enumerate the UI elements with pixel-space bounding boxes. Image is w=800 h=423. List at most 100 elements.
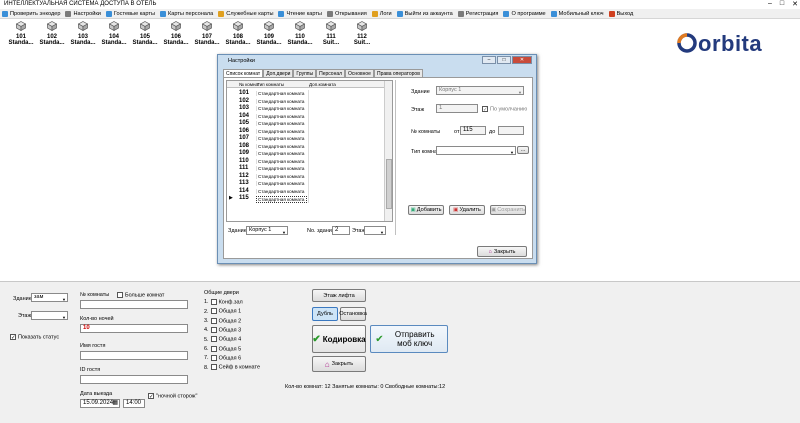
- save-button[interactable]: ▣ Сохранить: [490, 205, 526, 215]
- dialog-close-icon[interactable]: ✕: [512, 56, 532, 64]
- from-field[interactable]: 115: [460, 126, 486, 135]
- checkout-time-field[interactable]: 14:00: [123, 399, 145, 408]
- close-icon[interactable]: ✕: [792, 0, 798, 8]
- night-guard-check[interactable]: ✓: [148, 393, 154, 400]
- grid-row[interactable]: 103 Стандартная комната: [227, 105, 385, 113]
- more-rooms-check[interactable]: [117, 292, 123, 298]
- grid-row[interactable]: 112 Стандартная комната: [227, 172, 385, 180]
- room-tile[interactable]: 108 Standa...: [223, 21, 253, 46]
- door-checkbox[interactable]: [210, 345, 217, 352]
- grid-row[interactable]: 110 Стандартная комната: [227, 157, 385, 165]
- room-no-field[interactable]: [80, 300, 188, 309]
- building-select[interactable]: зам ▼: [31, 293, 68, 302]
- edit-building-select[interactable]: Корпус 1 ▼: [436, 86, 524, 95]
- floor-lift-button[interactable]: Этаж лифта: [312, 289, 366, 302]
- minimize-icon[interactable]: –: [768, 0, 772, 8]
- menu-item-1[interactable]: Настройки: [65, 10, 101, 17]
- common-door-item[interactable]: 3. Общая 2: [204, 317, 241, 324]
- menu-item-9[interactable]: Регистрация: [457, 10, 498, 17]
- stop-button[interactable]: Остановка: [339, 307, 367, 321]
- menu-item-12[interactable]: Выход: [608, 10, 633, 17]
- filter-building-no-field[interactable]: 2: [332, 226, 350, 235]
- common-door-item[interactable]: 8. Сейф в комнате: [204, 364, 260, 371]
- common-door-item[interactable]: 2. Общая 1: [204, 308, 241, 315]
- room-type-select[interactable]: ▼: [436, 146, 516, 155]
- menu-item-0[interactable]: Проверить энкодер: [2, 10, 60, 17]
- common-door-item[interactable]: 6. Общая 5: [204, 345, 241, 352]
- door-checkbox[interactable]: [210, 299, 217, 305]
- grid-row[interactable]: 102 Стандартная комната: [227, 97, 385, 105]
- menu-item-4[interactable]: Служебные карты: [218, 10, 273, 17]
- send-mobile-key-button[interactable]: ✔ Отправить моб ключ: [370, 325, 448, 353]
- common-door-item[interactable]: 5. Общая 4: [204, 336, 241, 343]
- delete-button[interactable]: ▣ Удалить: [449, 205, 485, 215]
- room-tile[interactable]: 112 Suit...: [347, 21, 377, 46]
- room-tile[interactable]: 104 Standa...: [99, 21, 129, 46]
- door-checkbox[interactable]: [210, 364, 217, 371]
- room-tile[interactable]: 105 Standa...: [130, 21, 160, 46]
- grid-row[interactable]: 105 Стандартная комната: [227, 120, 385, 128]
- room-tile[interactable]: 107 Standa...: [192, 21, 222, 46]
- add-button[interactable]: ▣ Добавить: [408, 205, 444, 215]
- maximize-icon[interactable]: □: [780, 0, 784, 8]
- grid-row[interactable]: 114 Стандартная комната: [227, 187, 385, 195]
- room-tile[interactable]: 102 Standa...: [37, 21, 67, 46]
- grid-row[interactable]: 107 Стандартная комната: [227, 135, 385, 143]
- guest-id-field[interactable]: [80, 375, 188, 384]
- default-check-box[interactable]: ✓: [482, 106, 488, 113]
- filter-building-select[interactable]: Корпус 1 ▼: [246, 226, 288, 235]
- menu-item-10[interactable]: О программе: [503, 10, 546, 17]
- grid-row[interactable]: ▶ 115 Стандартная комната: [227, 195, 385, 203]
- dialog-close-button[interactable]: ⌂ Закрыть: [477, 246, 527, 257]
- calendar-icon[interactable]: ▦: [112, 400, 118, 407]
- menu-item-6[interactable]: Открывания: [326, 10, 367, 17]
- common-door-item[interactable]: 1. Конф.зал: [204, 299, 243, 305]
- scroll-thumb[interactable]: [386, 159, 392, 209]
- close-button[interactable]: ⌂ Закрыть: [312, 356, 366, 372]
- room-type-more-button[interactable]: ...: [517, 146, 529, 154]
- menu-item-7[interactable]: Логи: [371, 10, 392, 17]
- guest-name-field[interactable]: [80, 351, 188, 360]
- dialog-maximize-icon[interactable]: □: [497, 56, 511, 64]
- room-tile[interactable]: 106 Standa...: [161, 21, 191, 46]
- default-checkbox[interactable]: ✓ По умолчанию: [482, 106, 527, 113]
- to-field[interactable]: [498, 126, 524, 135]
- door-checkbox[interactable]: [210, 317, 217, 324]
- door-checkbox[interactable]: [210, 326, 217, 333]
- duplicate-button[interactable]: Дубль: [312, 307, 338, 321]
- menu-item-2[interactable]: Гостевые карты: [105, 10, 155, 17]
- door-checkbox[interactable]: [210, 354, 217, 361]
- door-checkbox[interactable]: [210, 336, 217, 343]
- edit-floor-field[interactable]: 1: [436, 104, 478, 113]
- encode-button[interactable]: ✔ Кодировка: [312, 325, 366, 353]
- common-door-item[interactable]: 7. Общая 6: [204, 354, 241, 361]
- grid-row[interactable]: 108 Стандартная комната: [227, 142, 385, 150]
- grid-row[interactable]: 111 Стандартная комната: [227, 165, 385, 173]
- room-tile[interactable]: 111 Suit...: [316, 21, 346, 46]
- common-door-item[interactable]: 4. Общая 3: [204, 326, 241, 333]
- grid-row[interactable]: 109 Стандартная комната: [227, 150, 385, 158]
- grid-row[interactable]: 106 Стандартная комната: [227, 127, 385, 135]
- grid-row[interactable]: 101 Стандартная комната: [227, 90, 385, 98]
- filter-floor-select[interactable]: ▼: [364, 226, 386, 235]
- room-tile[interactable]: 110 Standa...: [285, 21, 315, 46]
- night-guard-checkbox[interactable]: ✓ "ночной сторож": [148, 393, 197, 400]
- door-checkbox[interactable]: [210, 308, 217, 315]
- room-tile[interactable]: 109 Standa...: [254, 21, 284, 46]
- rooms-grid[interactable]: № комна Тип комнаты Доп.комната 101 Станд…: [226, 80, 393, 222]
- more-rooms-checkbox[interactable]: Больше комнат: [117, 292, 164, 298]
- dialog-minimize-icon[interactable]: –: [482, 56, 496, 64]
- show-status-check[interactable]: ✓: [10, 334, 16, 341]
- floor-select[interactable]: ▼: [31, 311, 68, 320]
- grid-scrollbar[interactable]: [384, 81, 392, 221]
- menu-item-11[interactable]: Мобильный ключ: [550, 10, 604, 17]
- checkout-date-field[interactable]: 15.09.2024 ▦: [80, 399, 120, 408]
- grid-row[interactable]: 104 Стандартная комната: [227, 112, 385, 120]
- menu-item-5[interactable]: Чтение карты: [278, 10, 322, 17]
- room-tile[interactable]: 103 Standa...: [68, 21, 98, 46]
- menu-item-8[interactable]: Выйти из аккаунта: [396, 10, 453, 17]
- room-tile[interactable]: 101 Standa...: [6, 21, 36, 46]
- grid-row[interactable]: 113 Стандартная комната: [227, 180, 385, 188]
- nights-field[interactable]: 10: [80, 324, 188, 333]
- show-status-checkbox[interactable]: ✓ Показать статус: [10, 334, 59, 341]
